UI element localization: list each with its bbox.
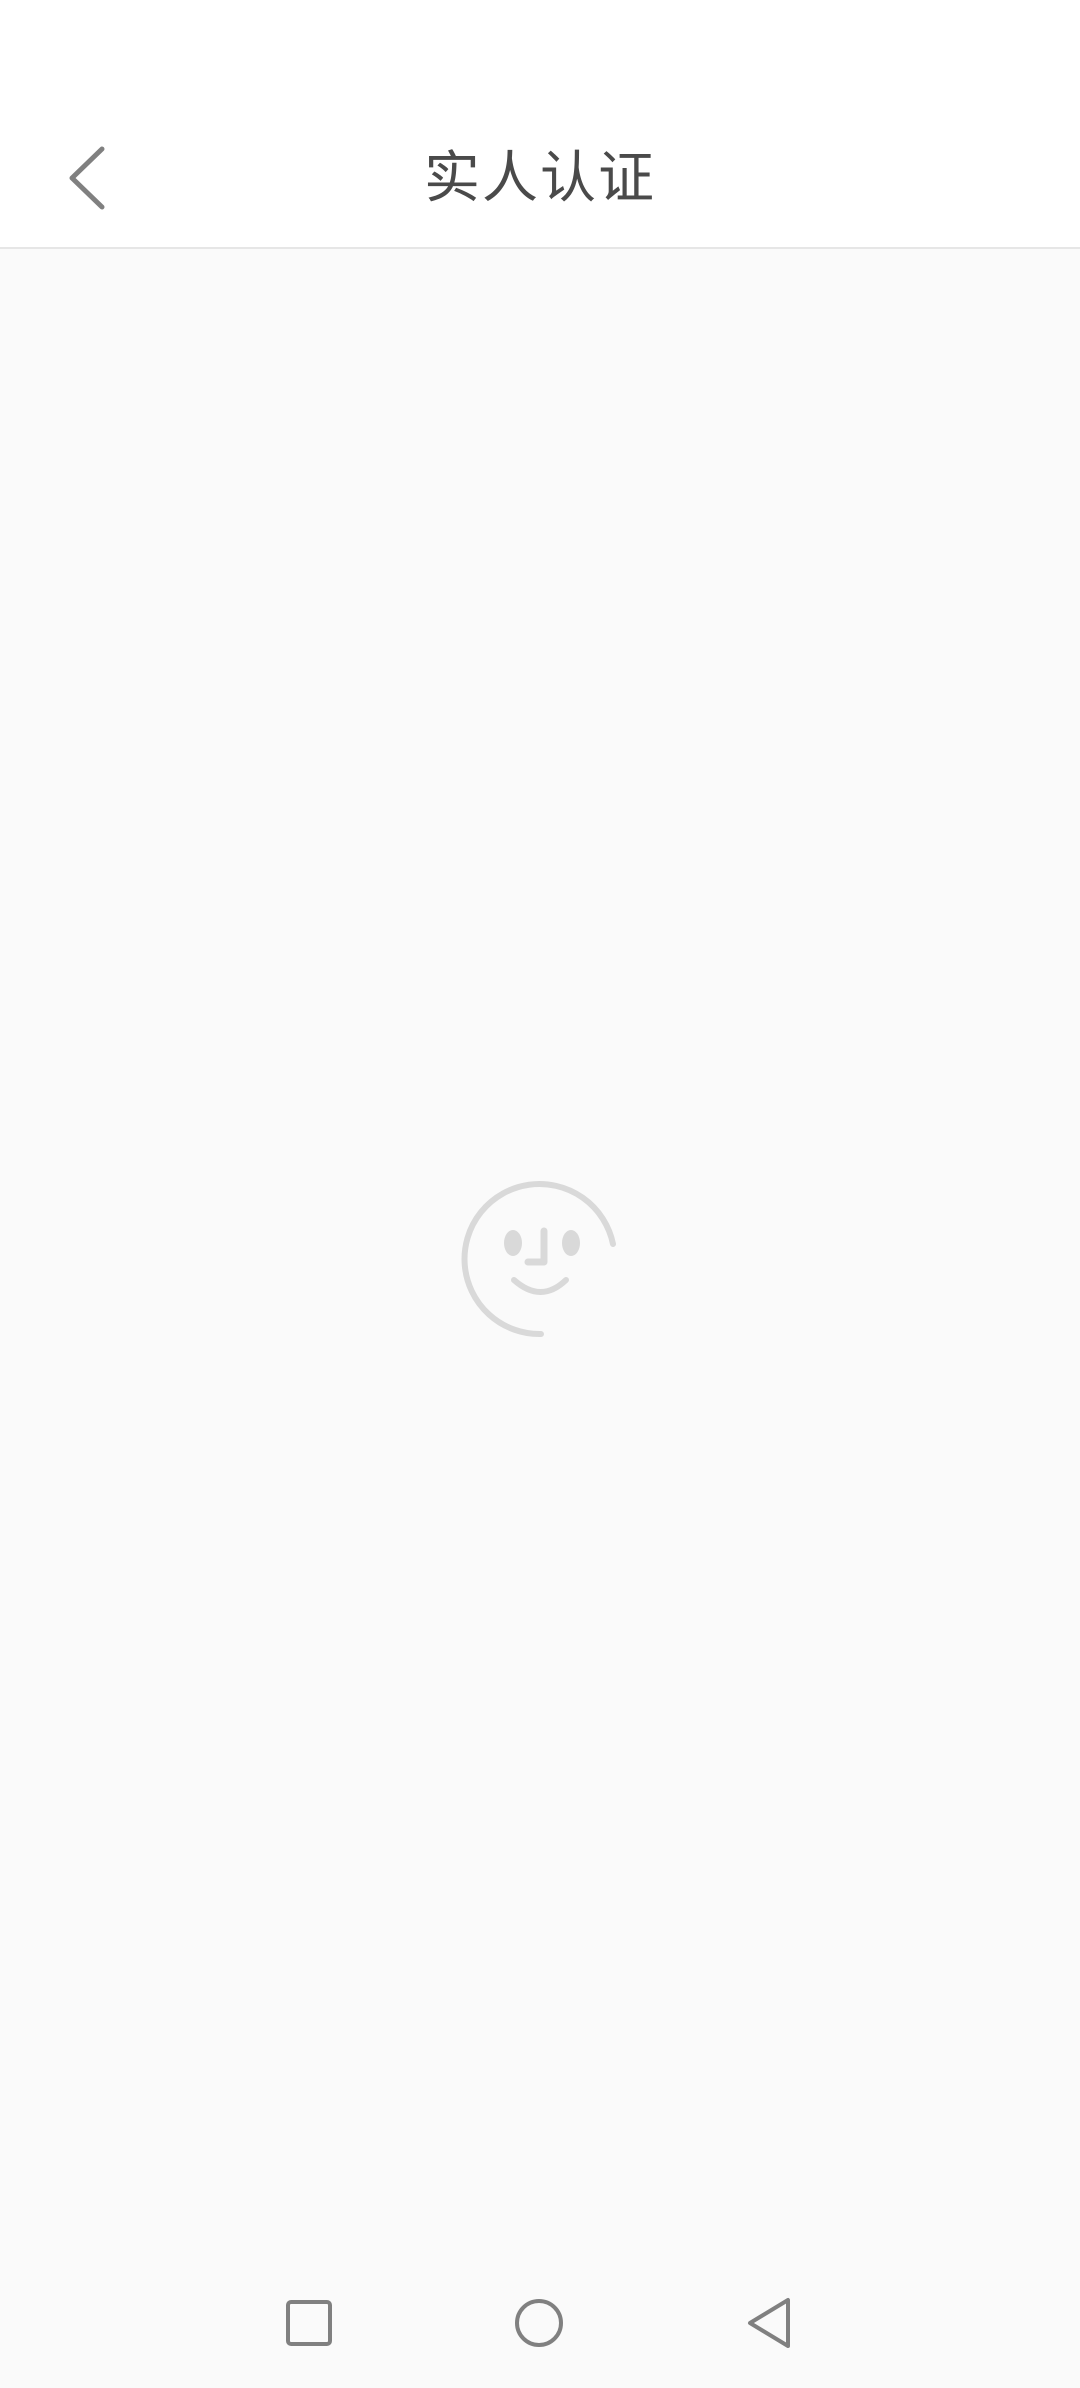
title-bar: 实人认证: [0, 110, 1080, 249]
face-loading-icon: [458, 1176, 624, 1342]
page-title: 实人认证: [424, 146, 656, 211]
square-icon: [286, 2300, 332, 2346]
recents-button[interactable]: [264, 2278, 354, 2368]
screen: 实人认证: [0, 0, 1080, 2388]
home-button[interactable]: [494, 2278, 584, 2368]
nav-back-button[interactable]: [724, 2278, 814, 2368]
system-nav-bar: [0, 2258, 1080, 2388]
status-bar: [0, 0, 1080, 110]
triangle-back-icon: [748, 2298, 790, 2348]
circle-icon: [515, 2299, 563, 2347]
